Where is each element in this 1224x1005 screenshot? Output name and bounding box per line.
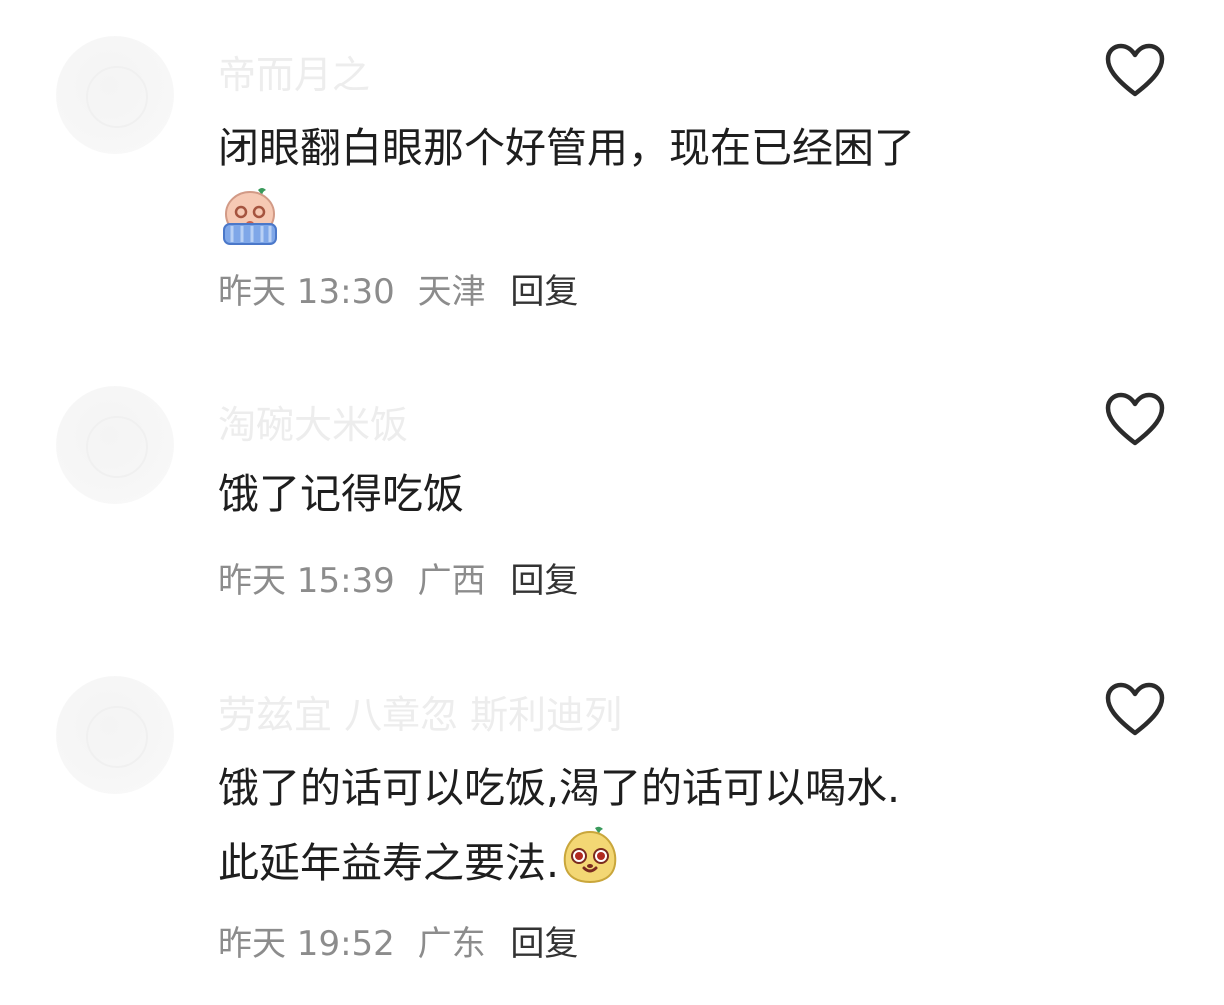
comment-location: 天津: [417, 272, 486, 312]
comment-text: 饿了的话可以吃饭,渴了的话可以喝水. 此延年益寿之要法.: [218, 752, 1078, 908]
comment-username[interactable]: 帝而月之: [218, 44, 370, 99]
reply-button[interactable]: 回复: [510, 924, 578, 964]
avatar[interactable]: [56, 36, 174, 154]
comment-time: 昨天 19:52: [218, 924, 395, 964]
comment-time: 昨天 13:30: [218, 272, 395, 312]
comment-text-line2: 此延年益寿之要法.: [218, 839, 560, 887]
comment-location: 广东: [417, 924, 486, 964]
comment-text-body: 闭眼翻白眼那个好管用，现在已经困了: [218, 124, 915, 172]
like-button[interactable]: [1104, 391, 1166, 447]
heart-outline-icon: [1105, 682, 1165, 736]
comment-meta: 昨天 13:30 天津 回复: [218, 264, 590, 313]
like-button[interactable]: [1104, 681, 1166, 737]
comment-username[interactable]: 劳兹宜 八章忽 斯利迪列: [218, 684, 622, 739]
avatar[interactable]: [56, 676, 174, 794]
crying-emoji-icon: [218, 184, 282, 268]
avatar[interactable]: [56, 386, 174, 504]
comment-location: 广西: [417, 561, 486, 601]
comment-text-line1: 饿了的话可以吃饭,渴了的话可以喝水.: [218, 764, 901, 812]
reply-button[interactable]: 回复: [510, 272, 578, 312]
comment-username[interactable]: 淘碗大米饭: [218, 394, 408, 449]
heart-outline-icon: [1105, 392, 1165, 446]
comment-meta: 昨天 15:39 广西 回复: [218, 553, 590, 602]
comment-text: 闭眼翻白眼那个好管用，现在已经困了: [218, 112, 1078, 268]
like-button[interactable]: [1104, 42, 1166, 98]
comment-meta: 昨天 19:52 广东 回复: [218, 916, 590, 965]
smug-emoji-icon: [559, 824, 621, 908]
comment-text: 饿了记得吃饭: [218, 458, 1078, 530]
reply-button[interactable]: 回复: [510, 561, 578, 601]
comment-time: 昨天 15:39: [218, 561, 395, 601]
comment-text-body: 饿了记得吃饭: [218, 470, 464, 518]
heart-outline-icon: [1105, 43, 1165, 97]
